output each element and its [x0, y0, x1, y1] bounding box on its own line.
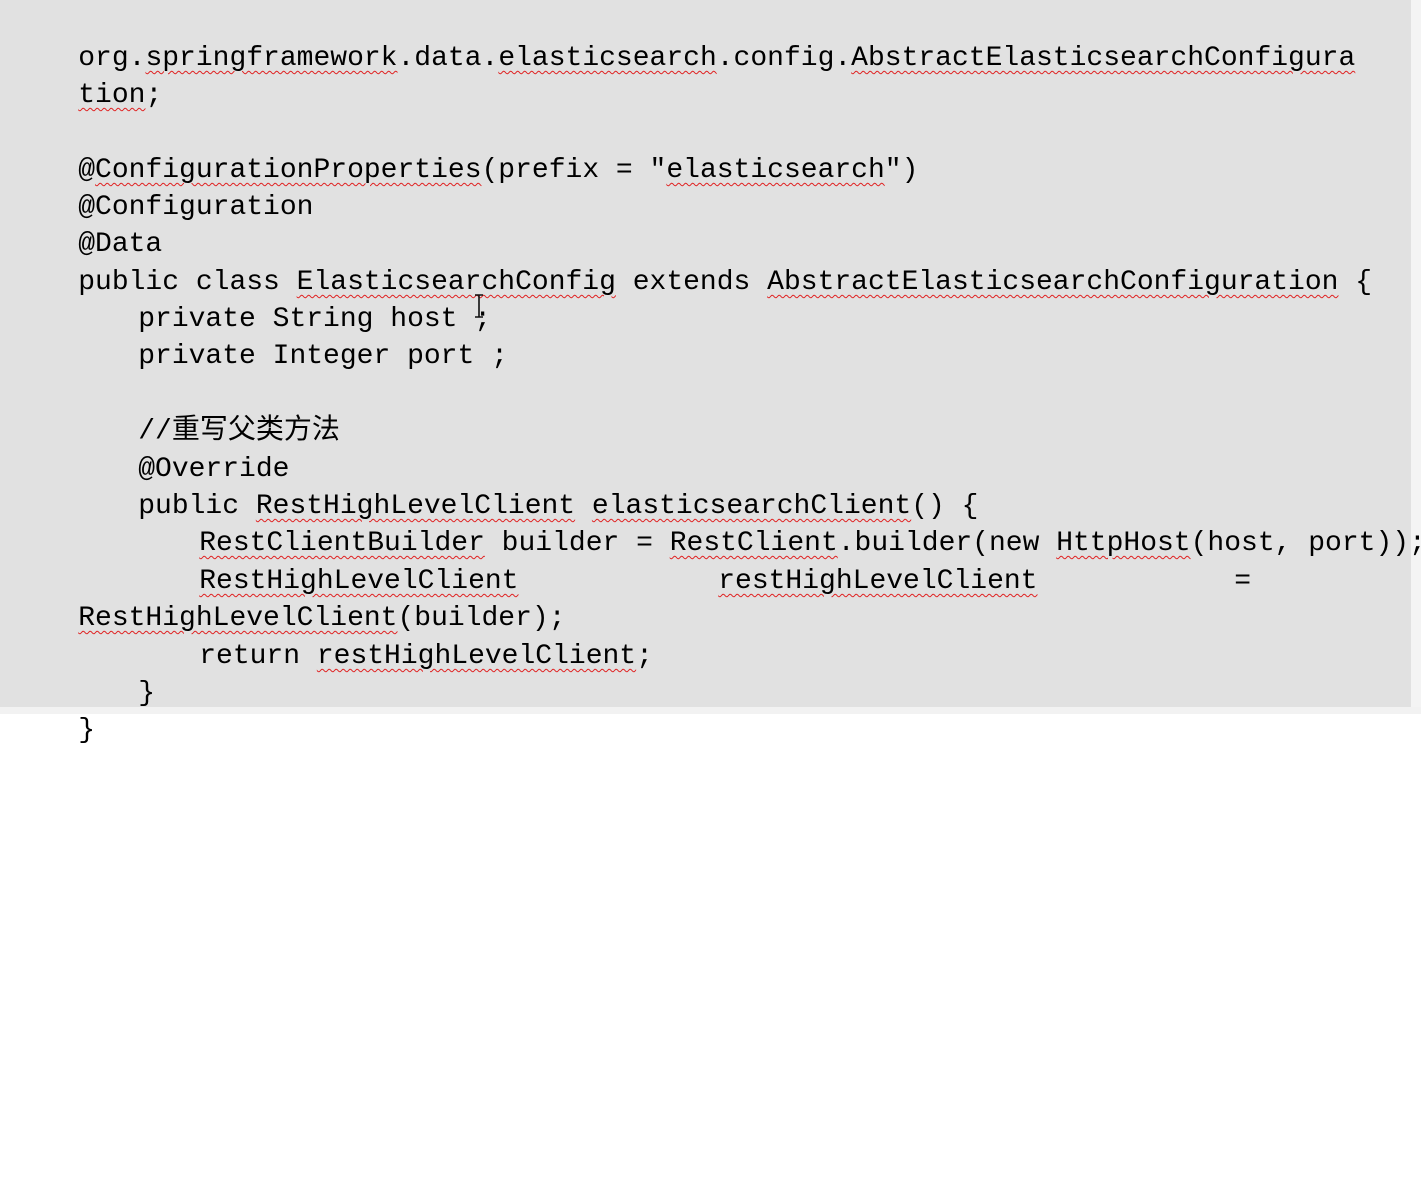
code-token-misspelled: elasticsearch — [498, 43, 717, 74]
code-line-class-declaration: public class ElasticsearchConfig extends… — [11, 227, 1372, 298]
code-line-annotation-properties: @ConfigurationProperties(prefix = "elast… — [11, 115, 918, 186]
code-token-misspelled: AbstractElasticsearchConfiguration — [767, 267, 1339, 298]
code-line-builder: RestClientBuilder builder = RestClient.b… — [132, 488, 1421, 559]
code-token-misspelled: tion — [78, 80, 146, 111]
code-token: private Integer port ; — [138, 341, 508, 372]
code-token: extends — [615, 267, 768, 298]
code-token: ; — [636, 641, 653, 672]
code-token: = — [1234, 566, 1252, 597]
code-line-return: return restHighLevelClient; — [132, 601, 653, 672]
code-line-comment: //重写父类方法 — [71, 376, 340, 447]
code-line-annotation-configuration: @Configuration — [11, 152, 313, 223]
code-line-field-port: private Integer port ; — [71, 301, 508, 372]
code-line-method-declaration: public RestHighLevelClient elasticsearch… — [71, 451, 978, 522]
scrollbar-track[interactable] — [1411, 0, 1421, 714]
text-cursor-ibeam-icon — [475, 294, 483, 318]
code-token: ") — [884, 155, 919, 186]
code-token: return — [199, 641, 317, 672]
code-line-import: org.springframework.data.elasticsearch.c… — [11, 3, 1355, 74]
code-token: ; — [145, 80, 163, 111]
code-line-client-new: new — [1358, 526, 1421, 563]
code-token: (prefix = " — [481, 155, 667, 186]
code-block[interactable]: org.springframework.data.elasticsearch.c… — [11, 0, 1421, 1178]
code-line-client-assign: = — [1167, 526, 1251, 597]
code-token-misspelled: AbstractElasticsearchConfigura — [851, 43, 1356, 74]
code-line-client-type: RestHighLevelClient — [132, 526, 518, 597]
code-token: .data. — [397, 43, 499, 74]
code-line-method-close: } — [71, 638, 155, 709]
code-line-client-constructor: RestHighLevelClient(builder); — [11, 563, 565, 634]
code-line-annotation-data: @Data — [11, 189, 162, 260]
code-line-client-var: restHighLevelClient — [651, 526, 1037, 597]
code-token: } — [138, 678, 156, 709]
code-line-override: @Override — [71, 414, 289, 485]
code-token-misspelled: elasticsearch — [666, 155, 885, 186]
code-token: { — [1338, 267, 1373, 298]
code-token-misspelled: restHighLevelClient — [718, 566, 1038, 597]
code-line-class-close: } — [11, 675, 95, 746]
code-token-misspelled: springframework — [145, 43, 398, 74]
code-token: } — [78, 715, 96, 746]
code-line-field-host: private String host ; — [71, 264, 491, 335]
code-line-import-cont: tion; — [11, 40, 162, 111]
code-token: .config. — [716, 43, 852, 74]
code-token-misspelled: restHighLevelClient — [316, 641, 637, 672]
